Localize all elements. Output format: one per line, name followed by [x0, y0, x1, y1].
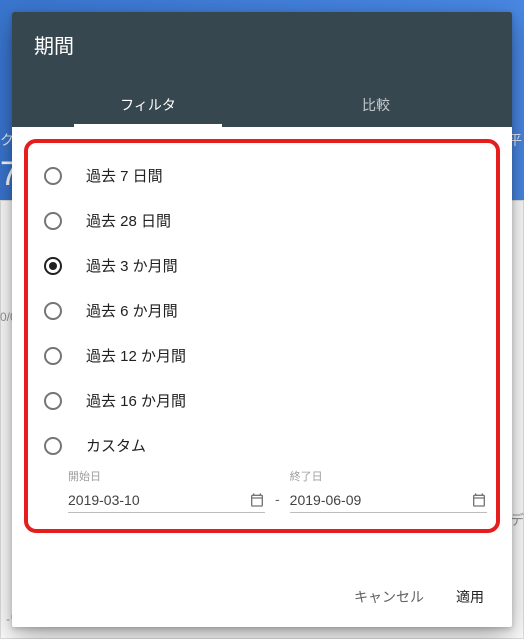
option-label: 過去 7 日間: [86, 165, 163, 186]
calendar-icon[interactable]: [249, 492, 265, 508]
dialog-body: 過去 7 日間 過去 28 日間 過去 3 か月間 過去 6 か月間 過去 12…: [12, 127, 512, 567]
radio-icon: [44, 302, 62, 320]
tab-compare[interactable]: 比較: [262, 83, 490, 127]
start-date-field: 開始日: [68, 468, 265, 513]
date-range-options: 過去 7 日間 過去 28 日間 過去 3 か月間 過去 6 か月間 過去 12…: [40, 153, 484, 468]
radio-icon: [44, 437, 62, 455]
custom-date-row: 開始日 - 終了日: [40, 468, 484, 521]
end-date-input-wrap[interactable]: [290, 488, 487, 513]
radio-icon: [44, 392, 62, 410]
option-label: 過去 28 日間: [86, 210, 171, 231]
apply-button[interactable]: 適用: [446, 579, 494, 615]
dialog-header: 期間 フィルタ 比較: [12, 12, 512, 127]
option-6-months[interactable]: 過去 6 か月間: [40, 288, 484, 333]
dialog-tabs: フィルタ 比較: [34, 83, 490, 127]
option-label: 過去 6 か月間: [86, 300, 178, 321]
end-date-label: 終了日: [290, 468, 487, 484]
option-12-months[interactable]: 過去 12 か月間: [40, 333, 484, 378]
radio-icon: [44, 347, 62, 365]
option-label: 過去 16 か月間: [86, 390, 186, 411]
option-label: 過去 12 か月間: [86, 345, 186, 366]
date-separator: -: [275, 491, 280, 513]
option-custom[interactable]: カスタム: [40, 423, 484, 468]
date-range-dialog: 期間 フィルタ 比較 過去 7 日間 過去 28 日間 過去 3 か月間: [12, 12, 512, 627]
start-date-input[interactable]: [68, 492, 249, 508]
cancel-button[interactable]: キャンセル: [344, 579, 434, 615]
dialog-title: 期間: [34, 30, 490, 59]
option-7-days[interactable]: 過去 7 日間: [40, 153, 484, 198]
radio-icon: [44, 167, 62, 185]
option-label: カスタム: [86, 435, 146, 456]
tab-filter[interactable]: フィルタ: [34, 83, 262, 127]
option-label: 過去 3 か月間: [86, 255, 178, 276]
option-3-months[interactable]: 過去 3 か月間: [40, 243, 484, 288]
calendar-icon[interactable]: [471, 492, 487, 508]
radio-icon: [44, 257, 62, 275]
highlight-annotation: 過去 7 日間 過去 28 日間 過去 3 か月間 過去 6 か月間 過去 12…: [24, 139, 500, 533]
dialog-footer: キャンセル 適用: [12, 567, 512, 627]
start-date-label: 開始日: [68, 468, 265, 484]
end-date-input[interactable]: [290, 492, 471, 508]
end-date-field: 終了日: [290, 468, 487, 513]
radio-icon: [44, 212, 62, 230]
start-date-input-wrap[interactable]: [68, 488, 265, 513]
option-28-days[interactable]: 過去 28 日間: [40, 198, 484, 243]
option-16-months[interactable]: 過去 16 か月間: [40, 378, 484, 423]
